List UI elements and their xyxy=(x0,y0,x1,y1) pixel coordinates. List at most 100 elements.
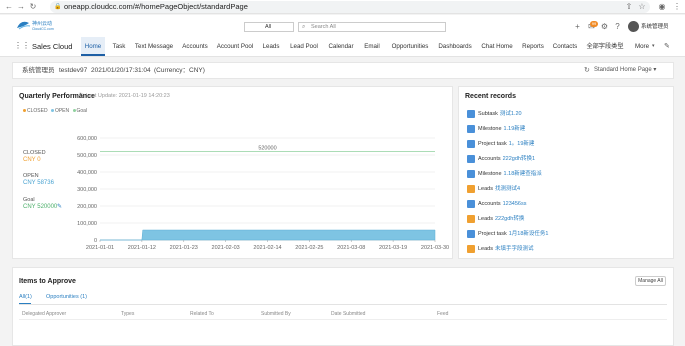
x-axis-labels: 2021-01-01 2021-01-12 2021-01-23 2021-02-03… xyxy=(86,245,449,251)
record-type: Accounts xyxy=(478,201,501,207)
column-feed: Feed xyxy=(437,311,449,317)
nav-text-message[interactable]: Text Message xyxy=(134,37,174,56)
nav-accounts[interactable]: Accounts xyxy=(180,37,210,56)
panel-title: Recent records xyxy=(465,93,516,100)
record-name-link[interactable]: 222gdh转换1 xyxy=(503,156,535,162)
manage-all-button[interactable]: Manage All xyxy=(635,276,666,286)
column-types: Types xyxy=(121,311,135,317)
nav-dashboards[interactable]: Dashboards xyxy=(437,37,473,56)
recent-record-item[interactable]: Project task 1月18新设任务1 xyxy=(467,229,548,241)
recent-record-item[interactable]: Subtask 测试1.20 xyxy=(467,109,522,121)
refresh-icon[interactable]: ↻ xyxy=(79,92,84,101)
account-icon xyxy=(467,199,475,208)
x-tick-label: 2021-01-12 xyxy=(128,245,156,251)
record-name-link[interactable]: 未填手字段测试 xyxy=(495,246,534,252)
nav-leads[interactable]: Leads xyxy=(260,37,282,56)
y-tick-label: 300,000 xyxy=(77,187,97,193)
quarterly-performance-chart: 0 100,000 200,000 300,000 400,000 500,000 600,… xyxy=(77,136,449,251)
closed-value: CNY 0 xyxy=(23,157,41,163)
recent-record-item[interactable]: Leads 222gdh转换 xyxy=(467,214,524,226)
back-icon[interactable]: ← xyxy=(4,2,14,12)
app-launcher-icon[interactable]: ⋮⋮ xyxy=(14,42,30,50)
login-id: testdev97 xyxy=(59,67,88,74)
avatar[interactable] xyxy=(628,21,639,32)
panel-title: Items to Approve xyxy=(19,278,76,285)
user-name[interactable]: 系统管理员 xyxy=(641,23,669,31)
record-type: Leads xyxy=(478,186,493,192)
column-date-submitted: Date Submitted xyxy=(331,311,366,317)
refresh-icon[interactable]: ↻ xyxy=(584,66,590,75)
recent-record-item[interactable]: Milestone 1.19新建 xyxy=(467,124,525,136)
search-input[interactable]: Search All xyxy=(298,22,446,32)
nav-account-pool[interactable]: Account Pool xyxy=(216,37,254,56)
app-name: Sales Cloud xyxy=(32,42,73,51)
nav-more[interactable]: More xyxy=(632,37,652,56)
lead-icon xyxy=(467,244,475,253)
record-type: Leads xyxy=(478,246,493,252)
y-tick-label: 600,000 xyxy=(77,136,97,142)
x-tick-label: 2021-01-01 xyxy=(86,245,114,251)
legend-goal: Goal xyxy=(76,108,88,114)
recent-record-item[interactable]: Accounts 222gdh转换1 xyxy=(467,154,535,166)
recent-record-item[interactable]: Leads 找测测试4 xyxy=(467,184,520,196)
record-name-link[interactable]: 222gdh转换 xyxy=(495,216,524,222)
items-to-approve-panel xyxy=(12,267,674,346)
record-type: Milestone xyxy=(478,171,502,177)
nav-contacts[interactable]: Contacts xyxy=(551,37,579,56)
tab-all[interactable]: All(1) xyxy=(19,294,32,301)
reload-icon[interactable]: ↻ xyxy=(28,2,38,12)
nav-lead-pool[interactable]: Lead Pool xyxy=(288,37,320,56)
table-header-divider xyxy=(19,319,667,320)
x-tick-label: 2021-03-08 xyxy=(337,245,365,251)
legend-dot-goal xyxy=(72,109,76,113)
settings-icon[interactable]: ⚙ xyxy=(599,21,610,32)
search-icon: ⌕ xyxy=(302,24,306,30)
search-placeholder: Search All xyxy=(311,24,336,30)
star-icon[interactable]: ☆ xyxy=(637,2,647,12)
nav-chat-home[interactable]: Chat Home xyxy=(479,37,515,56)
legend-closed: CLOSED xyxy=(27,108,48,114)
legend-dot-closed xyxy=(23,109,26,113)
profile-icon[interactable]: ◉ xyxy=(657,2,667,12)
help-icon[interactable]: ? xyxy=(612,21,623,32)
record-name-link[interactable]: 测试1.20 xyxy=(500,111,522,117)
recent-record-item[interactable]: Accounts 123456ss xyxy=(467,199,526,211)
goal-label: Goal xyxy=(23,197,35,203)
column-delegated-approver: Delegated Approver xyxy=(22,311,67,317)
recent-record-item[interactable]: Project task 1。19新建 xyxy=(467,139,534,151)
nav-home[interactable]: Home xyxy=(81,37,105,56)
edit-nav-icon[interactable]: ✎ xyxy=(664,37,670,56)
nav-email[interactable]: Email xyxy=(361,37,383,56)
record-type: Milestone xyxy=(478,126,502,132)
recent-record-item[interactable]: Milestone 1.18新建查指派 xyxy=(467,169,542,181)
share-icon[interactable]: ⇧ xyxy=(624,2,634,12)
url-text: oneapp.cloudcc.com/#/homePageObject/stan… xyxy=(64,2,248,11)
home-page-selector[interactable]: Standard Home Page ▾ xyxy=(594,66,656,75)
nav-calendar[interactable]: Calendar xyxy=(326,37,356,56)
record-name-link[interactable]: 找测测试4 xyxy=(495,186,520,192)
record-type: Leads xyxy=(478,216,493,222)
record-name-link[interactable]: 123456ss xyxy=(503,201,527,207)
nav-task[interactable]: Task xyxy=(110,37,128,56)
recent-record-item[interactable]: Leads 未填手字段测试 xyxy=(467,244,534,256)
search-scope-select[interactable]: All xyxy=(244,22,294,32)
column-submitted-by: Submitted By xyxy=(261,311,291,317)
nav-reports[interactable]: Reports xyxy=(520,37,546,56)
record-name-link[interactable]: 1月18新设任务1 xyxy=(509,231,549,237)
browser-menu-icon[interactable]: ⋮ xyxy=(672,2,682,12)
nav-all-field-types[interactable]: 全部字段类型 xyxy=(584,37,626,56)
chart-legend: CLOSED OPEN Goal xyxy=(21,108,87,115)
x-tick-label: 2021-02-14 xyxy=(253,245,281,251)
address-bar[interactable]: 🔒 oneapp.cloudcc.com/#/homePageObject/st… xyxy=(50,1,650,13)
record-name-link[interactable]: 1.18新建查指派 xyxy=(504,171,542,177)
tab-opportunities[interactable]: Opportunities (1) xyxy=(46,294,87,301)
record-name-link[interactable]: 1.19新建 xyxy=(504,126,526,132)
nav-opportunities[interactable]: Opportunities xyxy=(389,37,431,56)
tab-divider xyxy=(19,304,667,305)
y-tick-label: 500,000 xyxy=(77,153,97,159)
record-name-link[interactable]: 1。19新建 xyxy=(509,141,535,147)
open-value: CNY 58736 xyxy=(23,180,54,186)
chevron-down-icon[interactable]: ▾ xyxy=(652,37,655,56)
forward-icon[interactable]: → xyxy=(16,2,26,12)
add-icon[interactable]: + xyxy=(572,21,583,32)
